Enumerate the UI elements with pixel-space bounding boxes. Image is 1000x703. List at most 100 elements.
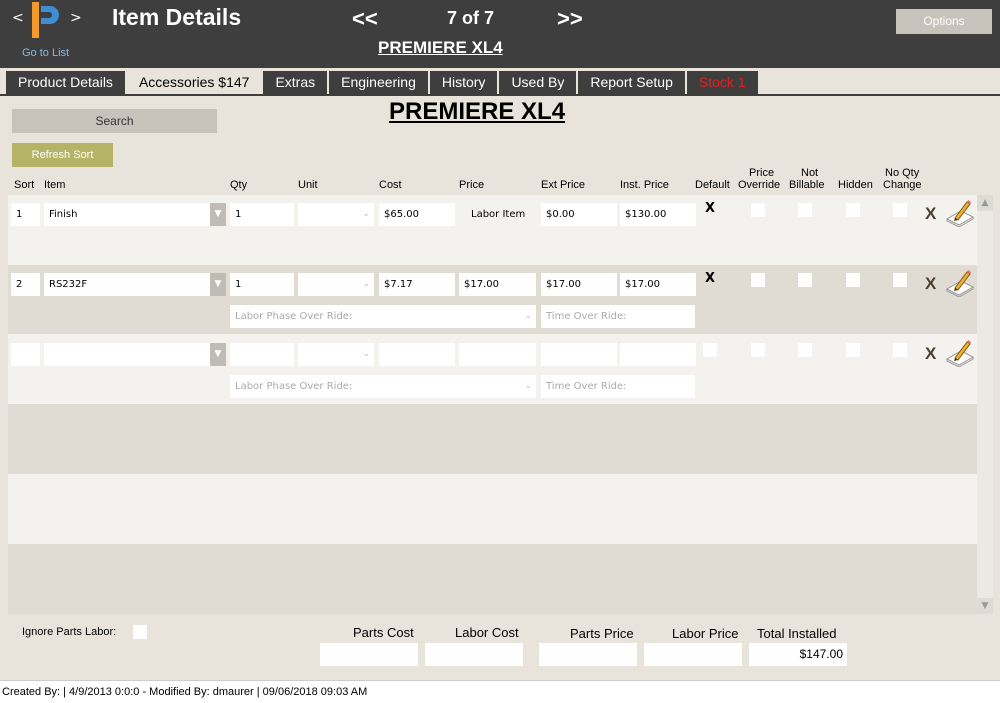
cost-input[interactable] — [379, 343, 455, 366]
pager-next-button[interactable]: >> — [557, 6, 583, 32]
item-select[interactable]: RS232F ▼ — [44, 273, 226, 296]
inst-price-input[interactable]: $130.00 — [620, 203, 696, 226]
delete-row-icon[interactable]: X — [925, 204, 936, 224]
cost-input[interactable]: $65.00 — [379, 203, 455, 226]
chevron-down-icon[interactable]: ▼ — [210, 203, 226, 226]
not-billable-checkbox[interactable] — [798, 273, 812, 287]
labor-price-value — [644, 643, 742, 666]
col-inst-price: Inst. Price — [620, 179, 669, 191]
sort-input[interactable]: 2 — [11, 273, 40, 296]
col-default: Default — [695, 179, 730, 191]
parts-cost-value — [320, 643, 418, 666]
tab-report-setup[interactable]: Report Setup — [578, 71, 685, 94]
pencil-edit-icon[interactable] — [945, 339, 975, 367]
item-select-value: RS232F — [49, 279, 88, 290]
inst-price-input[interactable]: $17.00 — [620, 273, 696, 296]
qty-input[interactable]: 1 — [230, 273, 294, 296]
item-name-link[interactable]: PREMIERE XL4 — [378, 38, 503, 58]
refresh-sort-button[interactable]: Refresh Sort — [12, 143, 113, 167]
no-qty-change-checkbox[interactable] — [893, 273, 907, 287]
grid-scrollbar[interactable]: ▲ ▼ — [977, 195, 993, 614]
chevron-down-icon[interactable]: ▼ — [210, 343, 226, 366]
top-bar: < > Go to List Item Details << 7 of 7 >>… — [0, 0, 1000, 68]
tab-bar: Product Details Accessories $147 Extras … — [6, 71, 760, 94]
next-small-arrow[interactable]: > — [70, 10, 82, 26]
price-override-checkbox[interactable] — [751, 343, 765, 357]
cost-input[interactable]: $7.17 — [379, 273, 455, 296]
price-input[interactable]: $17.00 — [459, 273, 536, 296]
search-button[interactable]: Search — [12, 109, 217, 133]
app-logo-icon — [32, 2, 59, 38]
not-billable-checkbox[interactable] — [798, 203, 812, 217]
sort-input[interactable]: 1 — [11, 203, 40, 226]
chevron-down-icon: ⌄ — [524, 381, 532, 391]
delete-row-icon[interactable]: X — [925, 344, 936, 364]
col-no-qty-line2: Change — [883, 179, 922, 191]
default-checkbox-checked[interactable]: X — [705, 201, 715, 216]
total-installed-value: $147.00 — [749, 643, 847, 666]
no-qty-change-checkbox[interactable] — [893, 203, 907, 217]
chevron-down-icon[interactable]: ▼ — [210, 273, 226, 296]
pencil-edit-icon[interactable] — [945, 199, 975, 227]
qty-input[interactable]: 1 — [230, 203, 294, 226]
delete-row-icon[interactable]: X — [925, 274, 936, 294]
scroll-up-button[interactable]: ▲ — [977, 195, 993, 211]
unit-select[interactable]: ⌄ — [298, 343, 374, 366]
row-band — [8, 404, 977, 474]
unit-select[interactable]: ⌄ — [298, 273, 374, 296]
labor-phase-override-select[interactable]: Labor Phase Over Ride: ⌄ — [230, 375, 536, 398]
labor-price-label: Labor Price — [672, 626, 739, 641]
time-override-input[interactable]: Time Over Ride: — [541, 305, 695, 328]
pager-prev-button[interactable]: << — [352, 6, 378, 32]
default-checkbox[interactable] — [703, 343, 717, 357]
scroll-down-button[interactable]: ▼ — [977, 598, 993, 614]
item-select[interactable]: ▼ — [44, 343, 226, 366]
accessories-grid — [8, 195, 977, 614]
price-input[interactable] — [459, 343, 536, 366]
tab-accessories[interactable]: Accessories $147 — [126, 71, 262, 94]
prev-small-arrow[interactable]: < — [12, 10, 24, 26]
row-band — [8, 544, 977, 614]
pencil-edit-icon[interactable] — [945, 269, 975, 297]
chevron-down-icon: ⌄ — [362, 349, 370, 359]
labor-phase-override-select[interactable]: Labor Phase Over Ride: ⌄ — [230, 305, 536, 328]
tab-extras[interactable]: Extras — [263, 71, 328, 94]
col-hidden: Hidden — [838, 179, 873, 191]
price-override-checkbox[interactable] — [751, 203, 765, 217]
qty-input[interactable] — [230, 343, 294, 366]
chevron-down-icon: ⌄ — [362, 209, 370, 219]
col-not-billable-line1: Not — [801, 167, 819, 179]
tab-stock[interactable]: Stock 1 — [686, 71, 758, 94]
hidden-checkbox[interactable] — [846, 203, 860, 217]
col-not-billable-line2: Billable — [789, 179, 825, 191]
tab-used-by[interactable]: Used By — [499, 71, 577, 94]
ext-price-input[interactable]: $0.00 — [541, 203, 617, 226]
col-ext-price: Ext Price — [541, 179, 586, 191]
col-cost: Cost — [379, 179, 402, 191]
tab-engineering[interactable]: Engineering — [329, 71, 428, 94]
no-qty-change-checkbox[interactable] — [893, 343, 907, 357]
time-override-input[interactable]: Time Over Ride: — [541, 375, 695, 398]
go-to-list-link[interactable]: Go to List — [22, 47, 69, 59]
ext-price-input[interactable] — [541, 343, 617, 366]
item-select[interactable]: Finish ▼ — [44, 203, 226, 226]
sort-input[interactable] — [11, 343, 40, 366]
total-installed-label: Total Installed — [757, 626, 837, 641]
ext-price-input[interactable]: $17.00 — [541, 273, 617, 296]
default-checkbox-checked[interactable]: X — [705, 271, 715, 286]
ignore-parts-labor-label: Ignore Parts Labor: — [22, 626, 117, 638]
row-band — [8, 474, 977, 544]
col-price: Price — [459, 179, 485, 191]
inst-price-input[interactable] — [620, 343, 696, 366]
tab-product-details[interactable]: Product Details — [6, 71, 125, 94]
tab-history[interactable]: History — [429, 71, 498, 94]
labor-phase-placeholder: Labor Phase Over Ride: — [235, 381, 353, 392]
price-override-checkbox[interactable] — [751, 273, 765, 287]
unit-select[interactable]: ⌄ — [298, 203, 374, 226]
hidden-checkbox[interactable] — [846, 273, 860, 287]
item-heading: PREMIERE XL4 — [389, 98, 566, 125]
options-button[interactable]: Options — [896, 9, 992, 34]
ignore-parts-labor-checkbox[interactable] — [133, 625, 147, 639]
not-billable-checkbox[interactable] — [798, 343, 812, 357]
hidden-checkbox[interactable] — [846, 343, 860, 357]
